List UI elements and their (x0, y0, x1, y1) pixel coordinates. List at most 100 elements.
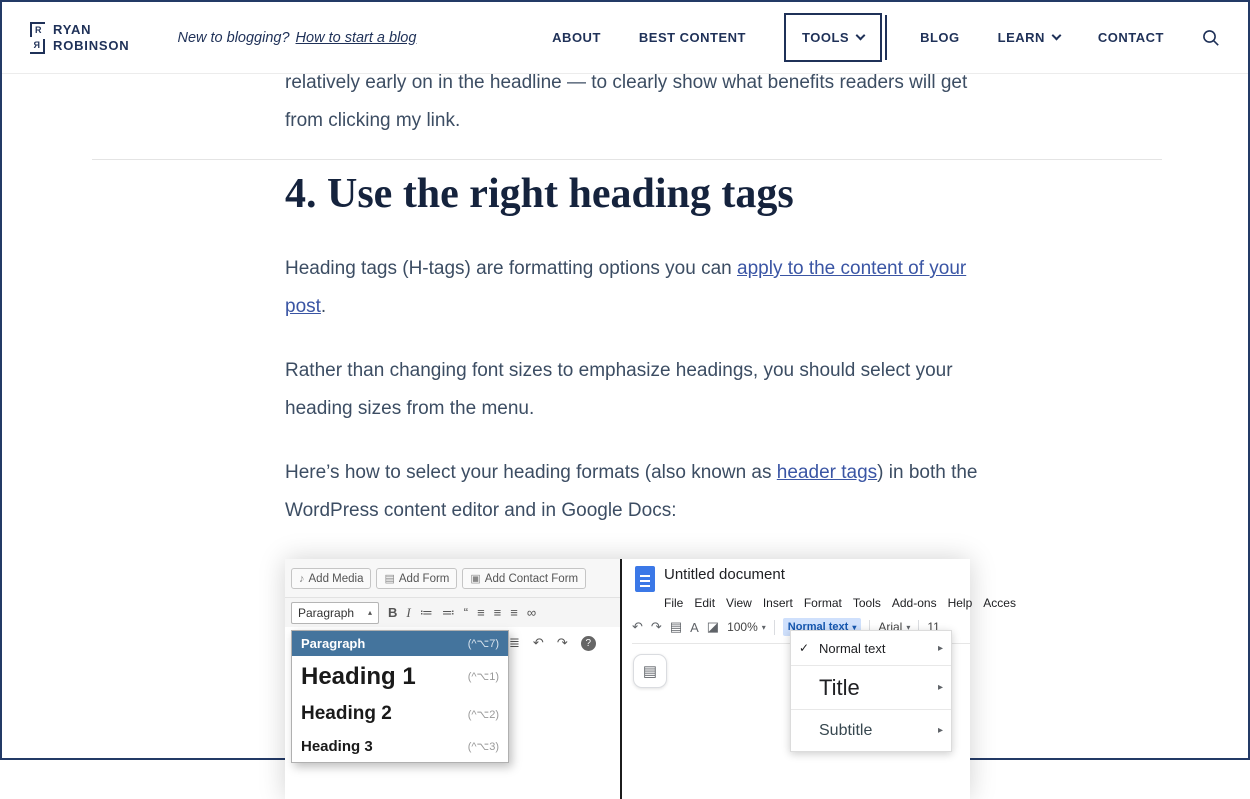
dropdown-arrow-icon: ▴ (368, 608, 372, 617)
gdocs-menu-file: File (664, 596, 683, 610)
screenshot-divider (620, 559, 622, 799)
document-outline-button: ▤ (633, 654, 667, 688)
paragraph-1-text: Heading tags (H-tags) are formatting opt… (285, 258, 737, 279)
menu-heading2-shortcut: (^⌥2) (468, 708, 499, 721)
numbered-list-icon: ≕ (442, 605, 455, 621)
logo-line2: ROBINSON (53, 38, 129, 54)
print-icon: ▤ (670, 619, 682, 635)
wp-style-menu: Paragraph (^⌥7) Heading 1 (^⌥1) Heading … (291, 630, 509, 763)
gdocs-menubar: File Edit View Insert Format Tools Add-o… (664, 596, 970, 610)
gdocs-menu-insert: Insert (763, 596, 793, 610)
gdocs-menu-accessibility: Acces (983, 596, 1016, 610)
caret-down-icon: ▾ (762, 623, 766, 632)
menu-item-paragraph: Paragraph (^⌥7) (292, 631, 508, 656)
gdocs-doc-icon (635, 566, 655, 592)
logo-line1: RYAN (53, 22, 129, 38)
gdocs-menu-tools: Tools (853, 596, 881, 610)
zoom-value: 100% (727, 620, 758, 634)
page: { "colors": { "frame": "#233a66", "navy"… (0, 0, 1250, 760)
redo-icon: ↷ (557, 635, 568, 651)
nav-item-blog[interactable]: BLOG (920, 30, 960, 45)
submenu-arrow-icon: ▸ (938, 643, 943, 654)
add-contact-form-button: ▣ Add Contact Form (462, 568, 586, 589)
gdocs-header: Untitled document (622, 559, 970, 592)
check-icon: ✓ (799, 641, 819, 655)
add-media-label: Add Media (309, 573, 364, 585)
gdocs-menu-format: Format (804, 596, 842, 610)
nav-item-tools[interactable]: TOOLS (784, 13, 882, 62)
align-center-icon: ≡ (494, 605, 502, 620)
section-heading: 4. Use the right heading tags (285, 168, 990, 220)
gdocs-doc-title: Untitled document (664, 566, 785, 583)
nav-item-contact[interactable]: CONTACT (1098, 30, 1164, 45)
article-screenshot: ♪ Add Media ▤Add Form ▣ Add Contact Form P… (285, 559, 970, 799)
menu-paragraph-shortcut: (^⌥7) (468, 637, 499, 650)
nav-item-learn[interactable]: LEARN (998, 30, 1060, 45)
gdocs-menu-edit: Edit (694, 596, 715, 610)
paragraph-2: Rather than changing font sizes to empha… (285, 352, 990, 428)
wp-button-row: ♪ Add Media ▤Add Form ▣ Add Contact Form (285, 559, 620, 597)
nav-learn-label: LEARN (998, 30, 1045, 45)
logo-mark-top: R (30, 22, 45, 37)
logo-icon: R R (30, 22, 45, 54)
submenu-arrow-icon: ▸ (938, 725, 943, 736)
align-right-icon: ≡ (510, 605, 518, 620)
tagline-text: New to blogging? (177, 30, 289, 46)
form-icon: ▤ (384, 572, 394, 585)
header-tags-link[interactable]: header tags (777, 462, 877, 483)
chevron-down-icon (1051, 31, 1061, 41)
submenu-arrow-icon: ▸ (938, 682, 943, 693)
menu-heading2-label: Heading 2 (301, 703, 392, 725)
undo-icon: ↶ (533, 635, 544, 651)
kitchen-sink-icon: ≣ (509, 635, 520, 651)
menu-heading1-label: Heading 1 (301, 663, 416, 691)
style-dropdown-label: Paragraph (298, 606, 354, 620)
italic-icon: I (406, 605, 410, 621)
paragraph-style-dropdown: Paragraph ▴ (291, 602, 379, 624)
bold-icon: B (388, 605, 397, 620)
gdocs-menu-help: Help (948, 596, 973, 610)
paragraph-1: Heading tags (H-tags) are formatting opt… (285, 250, 990, 326)
google-docs-panel: Untitled document File Edit View Insert … (622, 559, 970, 799)
add-contact-form-label: Add Contact Form (485, 573, 578, 585)
nav-item-best-content[interactable]: BEST CONTENT (639, 30, 746, 45)
undo-icon: ↶ (632, 619, 643, 635)
logo-mark-bottom: R (30, 39, 45, 54)
nav-tools-label: TOOLS (802, 30, 849, 45)
help-icon: ? (581, 636, 596, 651)
contact-form-icon: ▣ (470, 572, 480, 585)
wordpress-editor-panel: ♪ Add Media ▤Add Form ▣ Add Contact Form P… (285, 559, 620, 799)
menu-paragraph-label: Paragraph (301, 636, 365, 651)
logo-text: RYAN ROBINSON (53, 22, 129, 53)
site-logo[interactable]: R R RYAN ROBINSON (30, 22, 129, 54)
article-content: relatively early on in the headline — to… (285, 2, 990, 799)
menu-heading1-shortcut: (^⌥1) (468, 670, 499, 683)
chevron-down-icon (856, 31, 866, 41)
style-menu-item-title: Title ▸ (791, 665, 951, 709)
toolbar-separator (774, 620, 775, 635)
align-left-icon: ≡ (477, 605, 485, 620)
add-media-button: ♪ Add Media (291, 568, 371, 589)
blockquote-icon: “ (464, 605, 468, 620)
media-icon: ♪ (299, 573, 305, 585)
header-tagline: New to blogging? How to start a blog (177, 30, 416, 46)
gdocs-menu-view: View (726, 596, 752, 610)
search-icon[interactable] (1202, 29, 1220, 47)
add-form-button: ▤Add Form (376, 568, 457, 589)
nav-item-about[interactable]: ABOUT (552, 30, 601, 45)
paint-format-icon: ◪ (707, 619, 719, 635)
style-menu-item-subtitle: Subtitle ▸ (791, 709, 951, 751)
main-nav: ABOUT BEST CONTENT TOOLS BLOG LEARN CONT… (552, 13, 1220, 62)
paragraph-3-text: Here’s how to select your heading format… (285, 462, 777, 483)
title-label: Title (819, 675, 860, 701)
link-icon: ∞ (527, 605, 536, 620)
clipped-paragraph: relatively early on in the headline — to… (285, 64, 990, 140)
start-a-blog-link[interactable]: How to start a blog (296, 30, 417, 46)
site-header: R R RYAN ROBINSON New to blogging? How to… (2, 2, 1248, 74)
section-divider (92, 159, 1162, 160)
paragraph-3: Here’s how to select your heading format… (285, 454, 990, 530)
gdocs-menu-addons: Add-ons (892, 596, 937, 610)
redo-icon: ↷ (651, 619, 662, 635)
subtitle-label: Subtitle (819, 722, 872, 740)
menu-item-heading2: Heading 2 (^⌥2) (292, 697, 508, 731)
